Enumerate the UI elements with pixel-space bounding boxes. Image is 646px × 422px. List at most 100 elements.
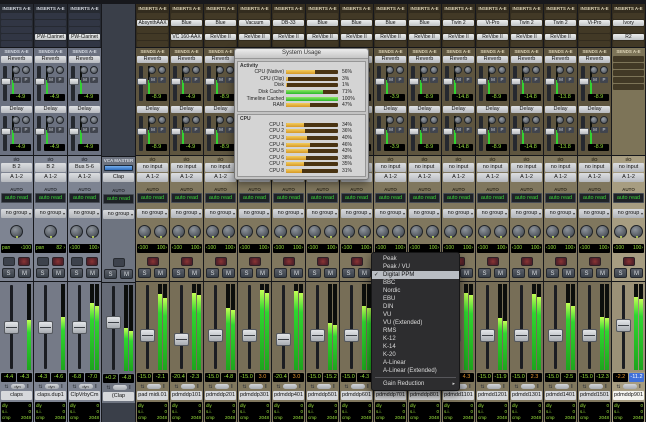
group-selector[interactable]: no group▾ <box>477 209 508 218</box>
insert-slot-4-revibe-ii[interactable]: ReVibe II <box>545 34 576 40</box>
menu-item-vu-extended-[interactable]: VU (Extended) <box>372 319 459 327</box>
send-mute-button[interactable]: M <box>489 127 497 133</box>
send-pre-button[interactable]: P <box>56 127 64 133</box>
insert-slot-1[interactable] <box>579 13 610 19</box>
pan-knob-right[interactable] <box>358 225 371 238</box>
send-pan-knob-left[interactable] <box>522 116 530 124</box>
send-level-value[interactable]: -8.9 <box>418 94 439 101</box>
dyn-toggle-button[interactable] <box>317 384 331 389</box>
menu-item-k-20[interactable]: K-20 <box>372 351 459 359</box>
send-level-value[interactable]: -4.9 <box>78 144 99 151</box>
insert-slot-4-revibe-ii[interactable]: ReVibe II <box>341 34 372 40</box>
input-monitor-button[interactable] <box>71 257 83 266</box>
send-mute-button[interactable]: M <box>183 127 191 133</box>
pan-knob-right[interactable] <box>392 225 405 238</box>
menu-item-digital-ppm[interactable]: Digital PPM✓ <box>372 271 459 279</box>
send-level-value[interactable]: -8.9 <box>418 144 439 151</box>
peak-value[interactable]: -4.8 <box>119 374 134 383</box>
group-selector[interactable]: no group▾ <box>103 210 134 219</box>
send-level-value[interactable]: -8.9 <box>214 94 235 101</box>
input-selector[interactable]: no input <box>511 163 542 172</box>
send-fader[interactable] <box>35 128 45 135</box>
send-a-reverb-button[interactable]: Reverb <box>409 56 440 63</box>
record-arm-button[interactable] <box>215 257 227 266</box>
send-level-value[interactable]: -4.9 <box>44 94 65 101</box>
menu-item-k-14[interactable]: K-14 <box>372 343 459 351</box>
dyn-toggle-button[interactable] <box>351 384 365 389</box>
pause-icon[interactable]: ‖ <box>231 384 233 390</box>
insert-slot-2-blue[interactable]: Blue <box>341 20 372 26</box>
pan-knob-right[interactable] <box>596 225 609 238</box>
insert-slot-1[interactable] <box>477 13 508 19</box>
send-fader[interactable] <box>137 128 147 135</box>
pan-knob-right[interactable] <box>460 225 473 238</box>
volume-fader[interactable] <box>140 329 155 342</box>
send-pan-knob-left[interactable] <box>46 116 54 124</box>
insert-slot-1[interactable] <box>35 13 66 19</box>
volume-fader[interactable] <box>208 329 223 342</box>
send-fader[interactable] <box>69 78 79 85</box>
nudge-arrows-icon[interactable]: ⇅ <box>4 384 8 390</box>
insert-slot-1[interactable] <box>239 13 270 19</box>
send-pan-knob-left[interactable] <box>148 116 156 124</box>
nudge-arrows-icon[interactable]: ⇅ <box>514 384 518 390</box>
output-selector[interactable]: A 1-2 <box>613 173 644 182</box>
pan-knob-right[interactable] <box>528 225 541 238</box>
send-pre-button[interactable]: P <box>532 127 540 133</box>
volume-value[interactable]: -4.4 <box>1 373 16 382</box>
mute-button[interactable]: M <box>154 268 167 278</box>
send-a-reverb-button[interactable]: Reverb <box>35 56 66 63</box>
send-b-delay-button[interactable]: Delay <box>35 106 66 113</box>
pan-knob-left[interactable] <box>580 225 593 238</box>
send-pre-button[interactable]: P <box>600 77 608 83</box>
pan-value-display[interactable]: ‹100100› <box>239 244 270 253</box>
send-pan-knob-left[interactable] <box>80 116 88 124</box>
pan-value-display[interactable]: ‹100100› <box>613 244 644 253</box>
volume-value[interactable]: -6.8 <box>69 373 84 382</box>
insert-slot-1[interactable] <box>409 13 440 19</box>
record-arm-button[interactable] <box>487 257 499 266</box>
volume-value[interactable]: -15.0 <box>545 373 560 382</box>
insert-slot-2-twin-2[interactable]: Twin 2 <box>545 20 576 26</box>
pan-knob-left[interactable] <box>206 225 219 238</box>
send-a-reverb-button[interactable]: Reverb <box>1 56 32 63</box>
track-name[interactable]: pad midi.01 <box>137 391 168 400</box>
insert-slot-4[interactable] <box>579 34 610 40</box>
send-fader[interactable] <box>579 78 589 85</box>
send-fader[interactable] <box>375 128 385 135</box>
volume-value[interactable]: -15.0 <box>477 373 492 382</box>
pause-icon[interactable]: ‖ <box>129 385 131 391</box>
insert-slot-1[interactable] <box>205 13 236 19</box>
pan-value-display[interactable]: ‹100100› <box>205 244 236 253</box>
mute-button[interactable]: M <box>18 268 31 278</box>
input-selector[interactable]: no input <box>205 163 236 172</box>
send-pan-knob-left[interactable] <box>454 116 462 124</box>
insert-slot-5[interactable] <box>443 41 474 47</box>
pan-knob-left[interactable] <box>410 225 423 238</box>
peak-value[interactable]: 3.0 <box>255 373 270 382</box>
insert-slot-3[interactable] <box>273 27 304 33</box>
insert-slot-5[interactable] <box>409 41 440 47</box>
nudge-arrows-icon[interactable]: ⇅ <box>276 384 280 390</box>
pause-icon[interactable]: ‖ <box>639 384 641 390</box>
output-selector[interactable]: A 1-2 <box>579 173 610 182</box>
record-arm-button[interactable] <box>249 257 261 266</box>
automation-mode-button[interactable]: auto read <box>341 193 372 203</box>
group-selector[interactable]: no group▾ <box>409 209 440 218</box>
peak-value[interactable]: -11.9 <box>493 373 508 382</box>
volume-fader[interactable] <box>514 329 529 342</box>
send-level-value[interactable]: -13.8 <box>554 94 575 101</box>
send-mute-button[interactable]: M <box>387 77 395 83</box>
group-selector[interactable]: no group▾ <box>613 209 644 218</box>
volume-fader[interactable] <box>106 316 121 329</box>
nudge-arrows-icon[interactable]: ⇅ <box>616 384 620 390</box>
insert-slot-4-revibe-ii[interactable]: ReVibe II <box>239 34 270 40</box>
pan-knob-left[interactable] <box>240 225 253 238</box>
insert-slot-3[interactable] <box>579 27 610 33</box>
send-pre-button[interactable]: P <box>158 77 166 83</box>
send-mute-button[interactable]: M <box>183 77 191 83</box>
insert-slot-2-absynthaax[interactable]: AbsynthAAX <box>137 20 168 26</box>
menu-item-bbc[interactable]: BBC <box>372 279 459 287</box>
insert-slot-3[interactable] <box>1 27 32 33</box>
insert-slot-3[interactable] <box>35 27 66 33</box>
